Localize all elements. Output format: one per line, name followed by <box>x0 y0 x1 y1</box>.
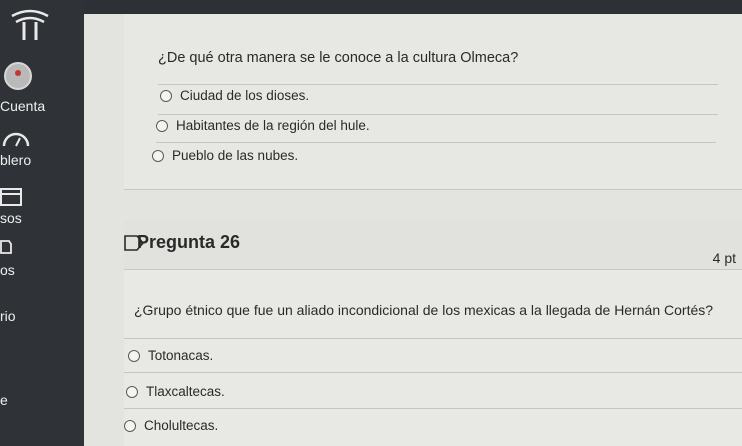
previous-question-text: ¿De qué otra manera se le conoce a la cu… <box>158 50 519 66</box>
dashboard-gauge-icon[interactable] <box>2 130 30 148</box>
divider <box>124 372 742 373</box>
avatar-icon[interactable] <box>4 62 32 90</box>
question-points: 4 pt <box>712 250 736 266</box>
previous-option-1[interactable]: Ciudad de los dioses. <box>160 88 309 103</box>
sidebar-item-groups[interactable]: os <box>0 262 15 278</box>
divider <box>156 142 716 143</box>
option-label: Cholultecas. <box>144 418 219 433</box>
option-label: Habitantes de la región del hule. <box>176 118 370 133</box>
radio-button[interactable] <box>126 385 138 398</box>
radio-button[interactable] <box>152 149 164 162</box>
option-label: Totonacas. <box>148 348 214 363</box>
divider <box>158 114 718 115</box>
global-navigation: Cuenta blero sos os rio e <box>0 0 84 446</box>
institution-logo-icon[interactable] <box>10 8 50 42</box>
inbox-icon[interactable] <box>0 240 12 254</box>
answer-option-cholultecas[interactable]: Cholultecas. <box>124 418 218 433</box>
radio-button[interactable] <box>124 419 136 432</box>
option-label: Ciudad de los dioses. <box>180 88 310 103</box>
previous-option-2[interactable]: Habitantes de la región del hule. <box>156 118 370 133</box>
radio-button[interactable] <box>156 119 168 132</box>
divider <box>124 408 742 409</box>
question-text: ¿Grupo étnico que fue un aliado incondic… <box>134 302 714 318</box>
divider <box>158 84 718 85</box>
answer-option-totonacas[interactable]: Totonacas. <box>128 348 213 363</box>
radio-button[interactable] <box>160 89 172 102</box>
previous-option-3[interactable]: Pueblo de las nubes. <box>152 148 298 163</box>
option-label: Tlaxcaltecas. <box>146 384 225 399</box>
divider <box>124 338 742 339</box>
question-header: Pregunta 26 4 pt <box>124 220 742 270</box>
calendar-icon[interactable] <box>0 186 22 206</box>
sidebar-item-calendar[interactable]: rio <box>0 308 16 324</box>
option-label: Pueblo de las nubes. <box>172 148 299 163</box>
question-title: Pregunta 26 <box>137 232 241 252</box>
sidebar-item-courses[interactable]: sos <box>0 210 22 226</box>
answer-option-tlaxcaltecas[interactable]: Tlaxcaltecas. <box>126 384 225 399</box>
radio-button[interactable] <box>128 349 140 362</box>
top-bar <box>84 0 742 14</box>
sidebar-item-inbox[interactable]: e <box>0 392 8 408</box>
sidebar-item-account[interactable]: Cuenta <box>0 98 45 114</box>
previous-question-card: ¿De qué otra manera se le conoce a la cu… <box>124 14 742 190</box>
question-26-card: Pregunta 26 4 pt ¿Grupo étnico que fue u… <box>124 220 742 446</box>
sidebar-item-dashboard[interactable]: blero <box>0 152 31 168</box>
quiz-content: ¿De qué otra manera se le conoce a la cu… <box>84 14 742 446</box>
